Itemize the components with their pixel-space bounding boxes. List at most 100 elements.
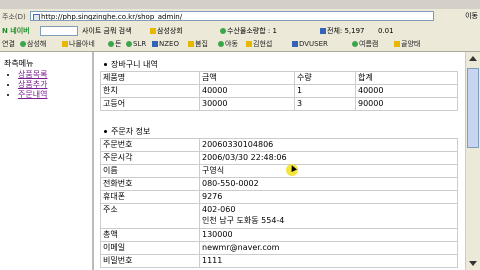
link-item[interactable]: 나몰아네: [62, 39, 95, 49]
go-button[interactable]: 이동: [465, 11, 478, 21]
search-box[interactable]: [40, 26, 78, 36]
field-value: 20060330104806: [199, 138, 458, 152]
field-label: 비밀번호: [100, 254, 200, 268]
link-item[interactable]: 봄집: [188, 39, 208, 49]
feed-icon: [220, 28, 226, 34]
naver-logo[interactable]: N 네이버: [2, 26, 30, 36]
browser-menu-strip: [0, 0, 480, 9]
left-menu-list: 상품목록 상품추가 주문내역: [8, 70, 47, 100]
link-icon: [108, 41, 114, 47]
table-row: 주문시각 2006/03/30 22:48:06: [100, 151, 458, 165]
link-icon: [292, 41, 298, 47]
url-text: http://php.singzinghe.co.kr/shop_admin/: [41, 13, 183, 21]
link-icon: [152, 41, 158, 47]
bullet-icon: [104, 63, 107, 66]
scroll-up-icon[interactable]: [469, 56, 477, 61]
left-menu-title: 좌측메뉴: [4, 59, 34, 68]
table-row: 전화번호 080-550-0002: [100, 177, 458, 191]
counter-icon: [320, 28, 326, 34]
table-row: 이메일 newmr@naver.com: [100, 241, 458, 255]
field-value: 130000: [199, 228, 458, 242]
link-item[interactable]: 돈: [108, 39, 121, 49]
table-cell: 1: [294, 84, 356, 98]
table-row: 주문번호 20060330104806: [100, 138, 458, 152]
table-row: 주소 402-060 인천 남구 도화동 554-4: [100, 203, 458, 229]
column-header: 금액: [199, 71, 295, 85]
link-icon: [394, 41, 400, 47]
bullet-icon: [104, 130, 107, 133]
table-row: 총액 130000: [100, 228, 458, 242]
table-row: 한치 40000 1 40000: [100, 84, 458, 98]
vertical-scrollbar[interactable]: [465, 52, 480, 270]
product-list-link[interactable]: 상품목록: [18, 70, 47, 79]
links-label: 연결: [2, 40, 15, 48]
field-label: 주문시각: [100, 151, 200, 165]
field-label: 주소: [100, 203, 200, 229]
field-value: 2006/03/30 22:48:06: [199, 151, 458, 165]
table-cell: 3: [294, 97, 356, 111]
cart-section-title: 장바구니 내역: [104, 59, 158, 70]
field-label: 총액: [100, 228, 200, 242]
table-row: 휴대폰 9276: [100, 190, 458, 204]
link-icon: [126, 41, 132, 47]
table-cell: 90000: [355, 97, 458, 111]
field-value: 9276: [199, 190, 458, 204]
field-label: 전화번호: [100, 177, 200, 191]
order-info-table: 주문번호 20060330104806 주문시각 2006/03/30 22:48:…: [100, 138, 458, 268]
menu-item-orders: 주문내역: [18, 90, 47, 100]
url-input[interactable]: http://php.singzinghe.co.kr/shop_admin/: [30, 11, 434, 21]
order-section-title: 주문자 정보: [104, 126, 150, 137]
table-row: 비밀번호 1111: [100, 254, 458, 268]
link-item[interactable]: NZEO: [152, 39, 179, 49]
column-header: 합계: [355, 71, 458, 85]
left-frame: 좌측메뉴 상품목록 상품추가 주문내역: [0, 52, 94, 270]
link-item[interactable]: DVUSER: [292, 39, 328, 49]
page-content: 좌측메뉴 상품목록 상품추가 주문내역 장바구니 내역 제품명 금액 수량 합계…: [0, 52, 480, 270]
field-label: 이름: [100, 164, 200, 178]
link-icon: [188, 41, 194, 47]
link-icon: [246, 41, 252, 47]
link-item[interactable]: 여름캠: [352, 39, 378, 49]
cart-table: 제품명 금액 수량 합계 한치 40000 1 40000 고등어 30000 …: [100, 71, 458, 111]
total-counter[interactable]: 전체: 5,197: [320, 26, 365, 36]
field-label: 휴대폰: [100, 190, 200, 204]
add-product-link[interactable]: 상품추가: [18, 80, 47, 89]
field-label: 주문번호: [100, 138, 200, 152]
field-label: 이메일: [100, 241, 200, 255]
table-cell: 고등어: [100, 97, 200, 111]
link-icon: [20, 41, 26, 47]
link-item[interactable]: 삼성해: [20, 39, 46, 49]
orders-link[interactable]: 주문내역: [18, 90, 47, 99]
field-value: 구영식: [199, 164, 458, 178]
field-value: 402-060 인천 남구 도화동 554-4: [199, 203, 458, 229]
shopping-button[interactable]: 삼성상회: [150, 26, 183, 36]
menu-item-add-product: 상품추가: [18, 80, 47, 90]
feed-button[interactable]: 수산물소량합 : 1: [220, 26, 277, 36]
table-cell: 30000: [199, 97, 295, 111]
table-header-row: 제품명 금액 수량 합계: [100, 71, 458, 85]
site-search-label[interactable]: 사이트 금뭐 검색: [82, 26, 132, 36]
link-item[interactable]: 김현섭: [246, 39, 272, 49]
scroll-thumb[interactable]: [467, 68, 479, 148]
address-label: 주소(D): [2, 13, 26, 21]
link-item[interactable]: 야동: [218, 39, 238, 49]
field-value: 080-550-0002: [199, 177, 458, 191]
table-cell: 한치: [100, 84, 200, 98]
menu-item-product-list: 상품목록: [18, 70, 47, 80]
link-icon: [218, 41, 224, 47]
field-value: 1111: [199, 254, 458, 268]
link-icon: [352, 41, 358, 47]
scroll-down-icon[interactable]: [469, 261, 477, 266]
right-frame: 장바구니 내역 제품명 금액 수량 합계 한치 40000 1 40000 고등…: [94, 52, 465, 270]
column-header: 수량: [294, 71, 356, 85]
column-header: 제품명: [100, 71, 200, 85]
field-value: newmr@naver.com: [199, 241, 458, 255]
search-input[interactable]: [40, 26, 78, 36]
table-row: 고등어 30000 3 90000: [100, 97, 458, 111]
table-row: 이름 구영식: [100, 164, 458, 178]
link-item[interactable]: 골양태: [394, 39, 420, 49]
link-item[interactable]: SLR: [126, 39, 146, 49]
search-toolbar: N 네이버 사이트 금뭐 검색 삼성상회 수산물소량합 : 1 전체: 5,19…: [0, 24, 480, 39]
page-icon: [33, 14, 40, 20]
table-cell: 40000: [199, 84, 295, 98]
